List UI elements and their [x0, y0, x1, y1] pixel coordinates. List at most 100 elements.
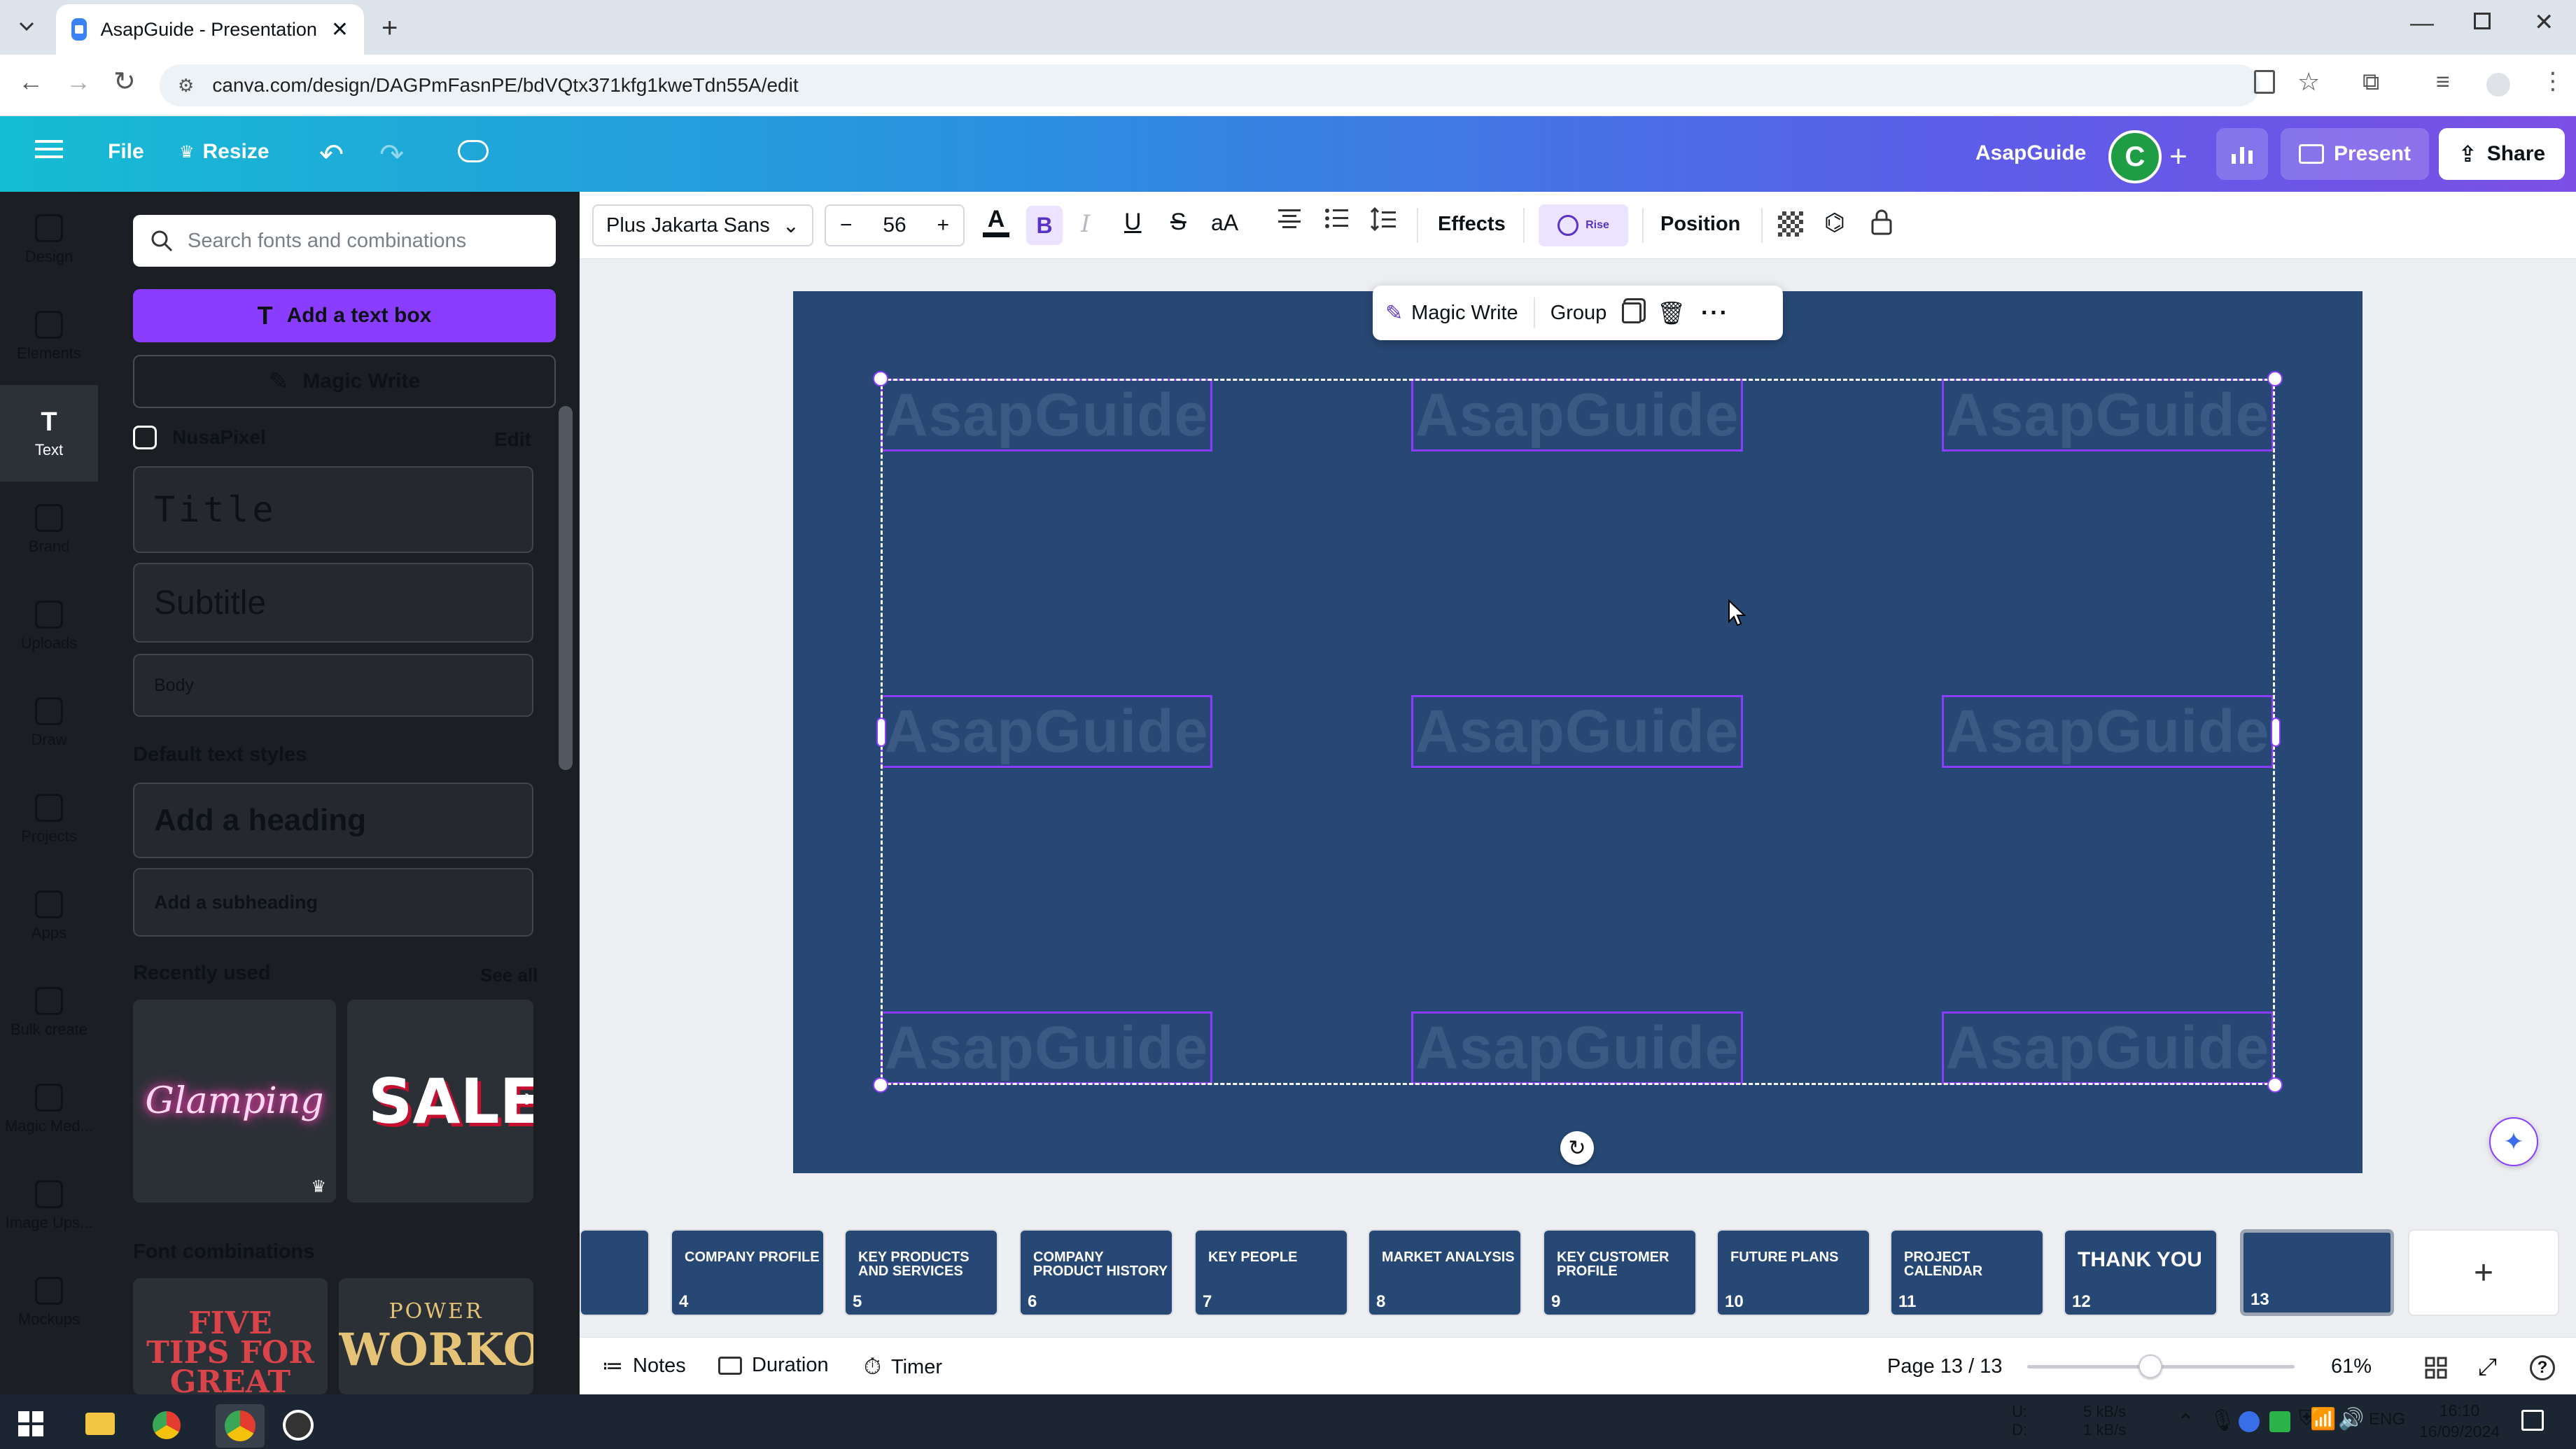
- decrease-size-icon[interactable]: −: [826, 214, 867, 237]
- resize-handle-bottom-right[interactable]: [2267, 1077, 2283, 1093]
- brand-kit-edit-link[interactable]: Edit: [494, 428, 531, 451]
- share-button[interactable]: ⇪ Share: [2439, 128, 2565, 180]
- rail-item-magic-med[interactable]: Magic Med...: [0, 1061, 98, 1158]
- rail-item-elements[interactable]: Elements: [0, 288, 98, 385]
- font-family-select[interactable]: Plus Jakarta Sans ⌄: [592, 204, 813, 246]
- page-thumb-7[interactable]: KEY PEOPLE 7: [1194, 1229, 1348, 1316]
- page-thumb-6[interactable]: COMPANY PRODUCT HISTORY 6: [1019, 1229, 1173, 1316]
- file-explorer-icon[interactable]: [85, 1413, 115, 1435]
- font-size-value[interactable]: 56: [883, 214, 906, 237]
- bullet-list-icon[interactable]: [1324, 207, 1350, 230]
- scroll-right-chevron-icon[interactable]: ›: [524, 1082, 533, 1114]
- tray-app-icon[interactable]: [2239, 1411, 2260, 1432]
- font-size-stepper[interactable]: − 56 +: [825, 204, 965, 246]
- duration-button[interactable]: Duration: [718, 1354, 829, 1377]
- wifi-icon[interactable]: 📶: [2310, 1407, 2336, 1432]
- present-button[interactable]: Present: [2281, 128, 2429, 180]
- media-control-icon[interactable]: ≡: [2436, 69, 2450, 96]
- browser-menu-icon[interactable]: ⋮: [2541, 67, 2565, 95]
- page-thumb-12[interactable]: THANK YOU 12: [2064, 1229, 2218, 1316]
- rail-item-mockups[interactable]: Mockups: [0, 1254, 98, 1351]
- file-menu[interactable]: File: [108, 140, 144, 164]
- notifications-icon[interactable]: [2521, 1410, 2544, 1431]
- page-thumb-4[interactable]: COMPANY PROFILE 4: [671, 1229, 825, 1316]
- font-combo-five-tips[interactable]: FIVE TIPS FOR GREAT: [133, 1278, 328, 1394]
- effects-button[interactable]: Effects: [1438, 213, 1506, 236]
- rail-item-apps[interactable]: Apps: [0, 868, 98, 965]
- screenshot-icon[interactable]: [2254, 70, 2275, 94]
- recent-sale-thumb[interactable]: SALE ›: [347, 1000, 533, 1203]
- position-button[interactable]: Position: [1660, 213, 1740, 236]
- help-icon[interactable]: ?: [2530, 1355, 2555, 1380]
- float-magic-write-button[interactable]: Magic Write: [1411, 302, 1518, 325]
- brand-title-style[interactable]: Title: [133, 466, 533, 553]
- obs-icon[interactable]: [283, 1410, 314, 1441]
- letter-case-icon[interactable]: aA: [1211, 210, 1238, 236]
- page-thumb-10[interactable]: FUTURE PLANS 10: [1716, 1229, 1870, 1316]
- animate-rise-button[interactable]: Rise: [1539, 204, 1628, 246]
- copy-style-paint-roller-icon[interactable]: ⌬: [1824, 209, 1845, 237]
- main-menu-icon[interactable]: [35, 139, 63, 160]
- rail-item-projects[interactable]: Projects: [0, 771, 98, 868]
- align-center-icon[interactable]: [1277, 207, 1302, 230]
- tab-canva[interactable]: AsapGuide - Presentation ✕: [56, 4, 364, 55]
- brand-subtitle-style[interactable]: Subtitle: [133, 563, 533, 643]
- group-button[interactable]: Group: [1550, 302, 1607, 325]
- rail-item-uploads[interactable]: Uploads: [0, 578, 98, 675]
- brand-body-style[interactable]: Body: [133, 654, 533, 717]
- magic-write-button[interactable]: ✎ Magic Write: [133, 355, 556, 408]
- more-options-icon[interactable]: ···: [1701, 300, 1729, 327]
- tab-search-icon[interactable]: [14, 14, 39, 39]
- page-indicator[interactable]: Page 13 / 13: [1887, 1355, 2002, 1378]
- increase-size-icon[interactable]: +: [923, 214, 963, 237]
- zoom-slider[interactable]: [2027, 1354, 2295, 1378]
- add-page-button[interactable]: +: [2408, 1229, 2559, 1316]
- rail-item-image-ups[interactable]: Image Ups...: [0, 1158, 98, 1254]
- rail-item-brand[interactable]: Brand: [0, 482, 98, 578]
- extensions-icon[interactable]: ⧉: [2362, 69, 2379, 96]
- add-subheading-style[interactable]: Add a subheading: [133, 868, 533, 937]
- text-color-button[interactable]: A: [983, 207, 1009, 237]
- add-text-box-button[interactable]: T Add a text box: [133, 289, 556, 342]
- restore-icon[interactable]: [2474, 13, 2491, 29]
- close-window-icon[interactable]: ✕: [2534, 8, 2554, 36]
- recent-glamping-thumb[interactable]: Glamping ♛: [133, 1000, 336, 1203]
- resize-handle-top-right[interactable]: [2267, 371, 2283, 386]
- clock[interactable]: 16:10 16/09/2024: [2419, 1400, 2500, 1442]
- transparency-icon[interactable]: [1778, 211, 1803, 237]
- fullscreen-icon[interactable]: ⤢: [2478, 1354, 2497, 1381]
- notes-button[interactable]: ≔ Notes: [602, 1354, 686, 1378]
- rail-item-draw[interactable]: Draw: [0, 675, 98, 771]
- bold-icon[interactable]: B: [1026, 206, 1063, 245]
- taskbar-active-app[interactable]: [216, 1404, 265, 1448]
- resize-handle-left[interactable]: [876, 718, 886, 747]
- grid-view-icon[interactable]: [2425, 1357, 2447, 1379]
- zoom-slider-knob[interactable]: [2138, 1354, 2162, 1378]
- invite-plus-icon[interactable]: +: [2163, 136, 2194, 178]
- panel-scrollbar[interactable]: [559, 406, 573, 770]
- insights-button[interactable]: [2216, 128, 2268, 180]
- rotate-handle-icon[interactable]: ↻: [1560, 1131, 1594, 1165]
- forward-icon[interactable]: →: [66, 67, 91, 97]
- canva-assistant-sparkle-icon[interactable]: ✦: [2489, 1117, 2538, 1166]
- page-thumb-5[interactable]: KEY PRODUCTS AND SERVICES 5: [844, 1229, 998, 1316]
- windows-start-icon[interactable]: [18, 1411, 43, 1436]
- redo-icon[interactable]: ↷: [379, 137, 404, 172]
- document-title[interactable]: AsapGuide: [1975, 141, 2086, 165]
- minimize-icon[interactable]: —: [2410, 10, 2434, 37]
- close-tab-icon[interactable]: ✕: [331, 18, 349, 42]
- page-thumb-11[interactable]: PROJECT CALENDAR 11: [1890, 1229, 2044, 1316]
- language-indicator[interactable]: ENG: [2369, 1410, 2405, 1429]
- resize-button[interactable]: ♛ Resize: [179, 140, 270, 164]
- font-combo-power-workout[interactable]: POWER WORKOUT: [339, 1278, 533, 1394]
- strikethrough-icon[interactable]: S: [1170, 209, 1186, 236]
- duplicate-icon[interactable]: [1622, 302, 1642, 323]
- bookmark-star-icon[interactable]: ☆: [2297, 67, 2320, 97]
- page-thumb-8[interactable]: MARKET ANALYSIS 8: [1368, 1229, 1522, 1316]
- see-all-link[interactable]: See all: [480, 965, 538, 986]
- group-selection-outline[interactable]: [881, 379, 2275, 1085]
- new-tab-icon[interactable]: +: [382, 13, 398, 44]
- zoom-level[interactable]: 61%: [2331, 1355, 2372, 1378]
- line-spacing-icon[interactable]: [1371, 207, 1397, 231]
- volume-icon[interactable]: 🔊: [2338, 1407, 2364, 1432]
